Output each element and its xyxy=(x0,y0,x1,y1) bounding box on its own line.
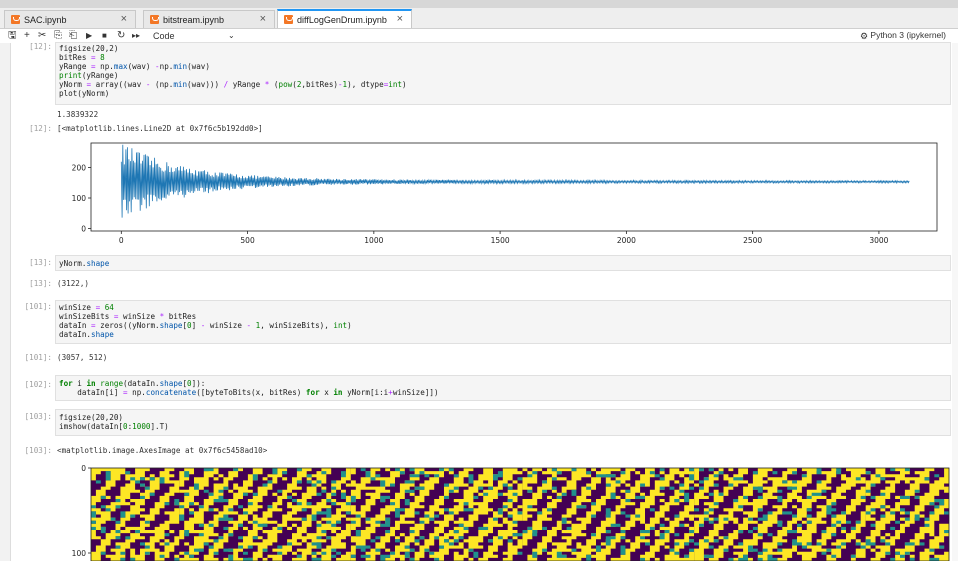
tab-label: bitstream.ipynb xyxy=(163,14,225,25)
tab-sac[interactable]: SAC.ipynb × xyxy=(4,10,136,28)
x-tick-label: 500 xyxy=(240,236,255,245)
x-tick-label: 2500 xyxy=(743,236,762,245)
result-output: <matplotlib.image.AxesImage at 0x7f6c545… xyxy=(57,446,268,455)
input-prompt: [12]: xyxy=(29,42,52,51)
input-prompt: [13]: xyxy=(29,258,52,267)
fast-forward-icon[interactable]: ▸▸ xyxy=(132,30,140,42)
y-tick-label: 100 xyxy=(72,549,87,558)
copy-icon[interactable]: ⎘ xyxy=(54,30,62,42)
y-tick-label: 100 xyxy=(72,194,87,203)
tab-label: diffLogGenDrum.ipynb xyxy=(297,14,387,25)
bit-matrix-image: 0 100 xyxy=(72,464,950,561)
code-line: figsize(20,20) xyxy=(59,413,124,422)
x-tick-label: 1500 xyxy=(491,236,510,245)
close-icon[interactable]: × xyxy=(260,13,266,25)
left-sidebar xyxy=(0,43,11,561)
y-tick-label: 200 xyxy=(72,163,87,172)
output-prompt: [13]: xyxy=(29,279,52,288)
notebook-toolbar: 🖫 + ✂ ⎘ ⎗ ▶ ■ ↻ ▸▸ Code ⌄ ⚙ Python 3 (ip… xyxy=(0,29,958,43)
code-cell-103[interactable]: figsize(20,20) imshow(dataIn[0:1000].T) xyxy=(55,409,951,436)
code-cell-102[interactable]: for i in range(dataIn.shape[0]): dataIn[… xyxy=(55,375,951,401)
add-cell-icon[interactable]: + xyxy=(24,30,30,42)
notebook-icon xyxy=(11,15,20,24)
y-tick-label: 0 xyxy=(81,464,86,473)
close-icon[interactable]: × xyxy=(121,13,127,25)
x-tick-label: 3000 xyxy=(869,236,888,245)
output-prompt: [103]: xyxy=(24,446,52,455)
output-prompt: [101]: xyxy=(24,353,52,362)
y-tick-label: 0 xyxy=(81,225,86,234)
cell-type-select[interactable]: Code xyxy=(153,30,175,42)
result-output: (3122,) xyxy=(57,279,90,288)
stop-icon[interactable]: ■ xyxy=(102,30,107,42)
notebook-icon xyxy=(284,15,293,24)
notebook-icon xyxy=(150,15,159,24)
result-output: (3057, 512) xyxy=(57,353,108,362)
input-prompt: [103]: xyxy=(24,412,52,421)
kernel-icon: ⚙ xyxy=(860,31,869,41)
cut-icon[interactable]: ✂ xyxy=(38,30,46,42)
waveform-plot: 01002000 500 1000 1500 2000 2500 3000 xyxy=(72,142,938,245)
save-icon[interactable]: 🖫 xyxy=(8,30,17,42)
code-cell-101[interactable]: winSize = 64 winSizeBits = winSize * bit… xyxy=(55,300,951,344)
scrollbar[interactable] xyxy=(952,43,958,561)
code-line: figsize(20,2) xyxy=(59,44,119,53)
stdout-output: 1.3839322 xyxy=(57,110,99,119)
tab-label: SAC.ipynb xyxy=(24,14,67,25)
output-prompt: [12]: xyxy=(29,124,52,133)
paste-icon[interactable]: ⎗ xyxy=(69,30,77,42)
x-tick-label: 2000 xyxy=(617,236,636,245)
close-icon[interactable]: × xyxy=(397,13,403,25)
tab-difflog[interactable]: diffLogGenDrum.ipynb × xyxy=(277,9,412,28)
code-cell-12[interactable]: figsize(20,2) bitRes = 8 yRange = np.max… xyxy=(55,42,951,105)
code-cell-13[interactable]: yNorm.shape xyxy=(55,255,951,271)
result-output: [<matplotlib.lines.Line2D at 0x7f6c5b192… xyxy=(57,124,263,133)
restart-icon[interactable]: ↻ xyxy=(117,30,125,42)
tab-bitstream[interactable]: bitstream.ipynb × xyxy=(143,10,275,28)
kernel-name[interactable]: Python 3 (ipykernel) xyxy=(870,30,946,40)
chevron-down-icon[interactable]: ⌄ xyxy=(228,30,235,42)
x-tick-label: 1000 xyxy=(364,236,383,245)
tab-bar: SAC.ipynb × bitstream.ipynb × diffLogGen… xyxy=(0,8,958,29)
run-icon[interactable]: ▶ xyxy=(86,30,92,42)
input-prompt: [102]: xyxy=(24,380,52,389)
window-top-strip xyxy=(0,0,958,8)
x-tick-label: 0 xyxy=(119,236,124,245)
input-prompt: [101]: xyxy=(24,302,52,311)
